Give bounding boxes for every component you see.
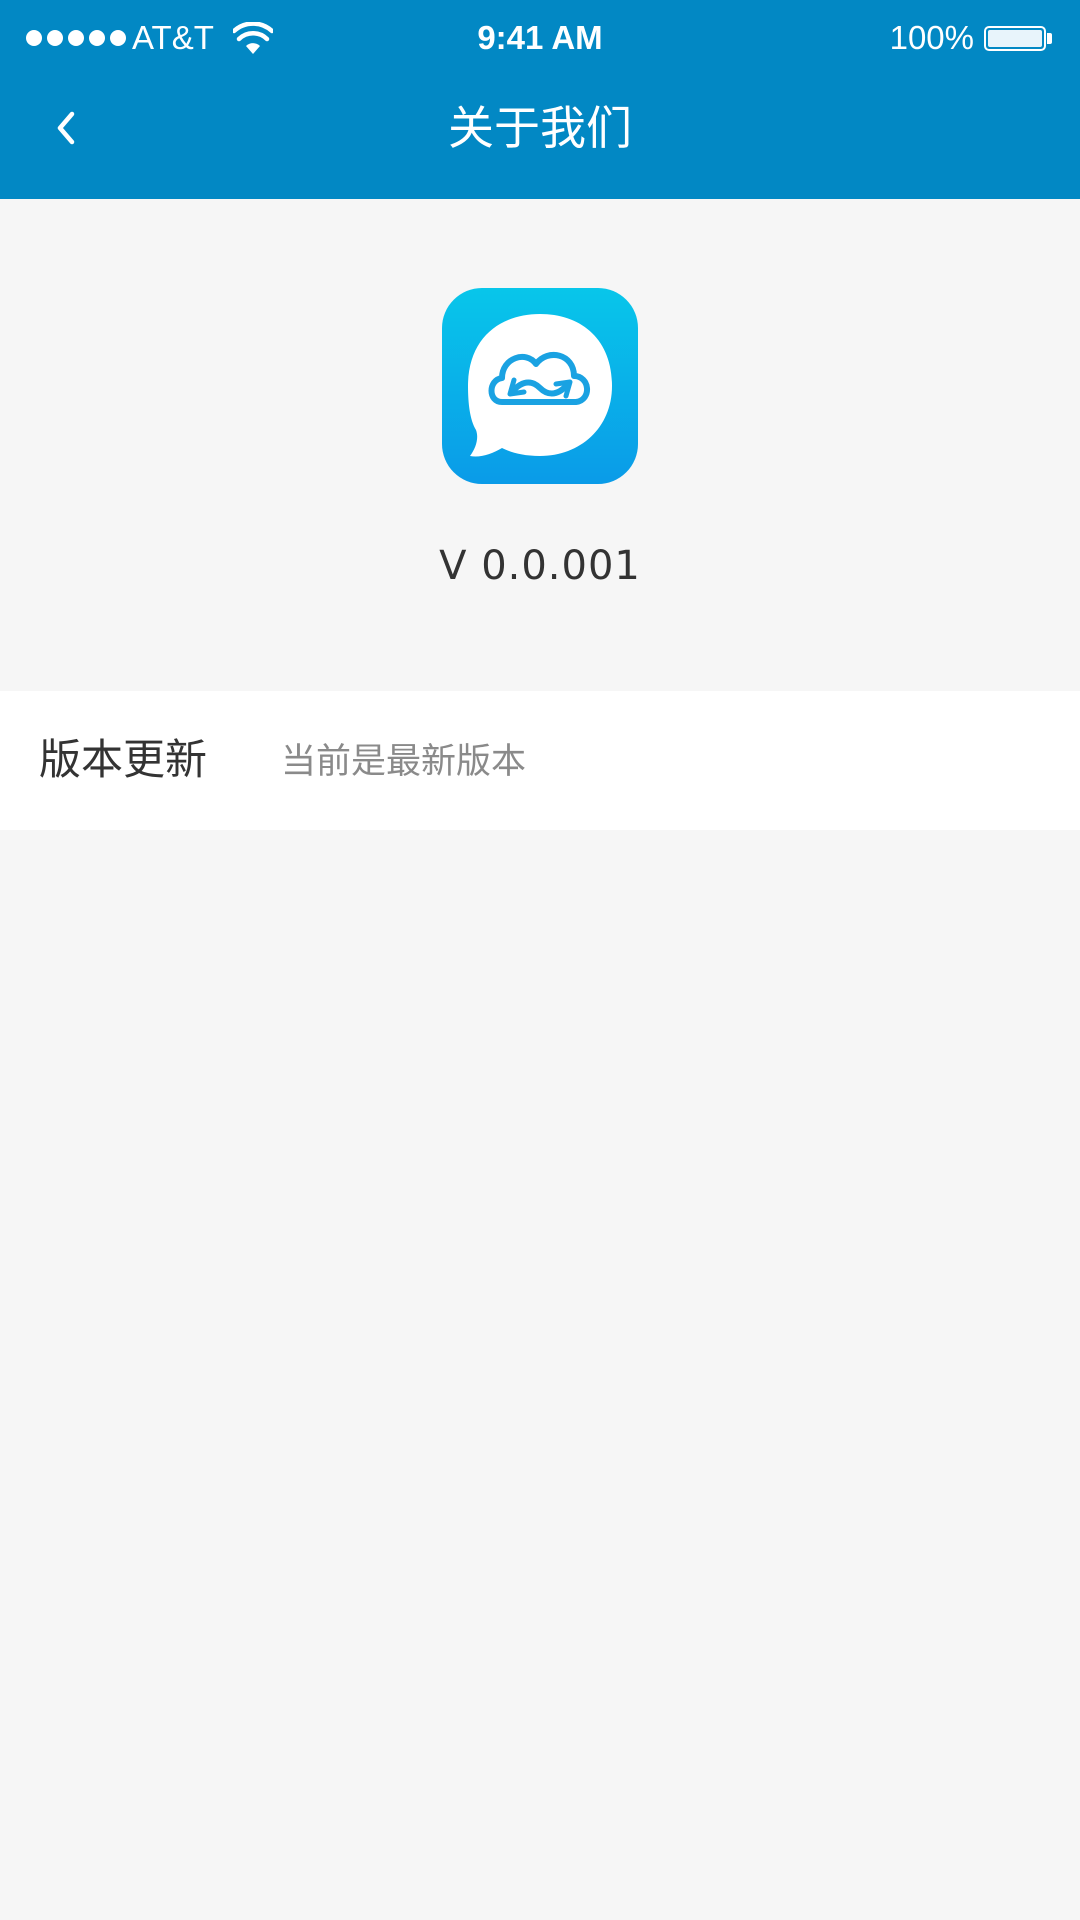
battery-icon <box>984 26 1046 51</box>
version-update-row[interactable]: 版本更新 当前是最新版本 <box>0 691 1080 830</box>
battery-percentage: 100% <box>889 19 974 56</box>
battery-level-fill <box>988 30 1042 47</box>
header: AT&T 9:41 AM 100% 关于我们 <box>0 0 1080 199</box>
page-title: 关于我们 <box>448 101 632 155</box>
status-bar: AT&T 9:41 AM 100% <box>0 0 1080 78</box>
about-section: V 0.0.001 <box>0 199 1080 689</box>
navigation-bar: 关于我们 <box>0 78 1080 199</box>
battery-terminal <box>1047 33 1052 44</box>
app-version: V 0.0.001 <box>439 543 641 589</box>
version-update-status: 当前是最新版本 <box>281 742 527 782</box>
version-update-label: 版本更新 <box>39 735 208 784</box>
app-logo-icon <box>442 288 638 484</box>
